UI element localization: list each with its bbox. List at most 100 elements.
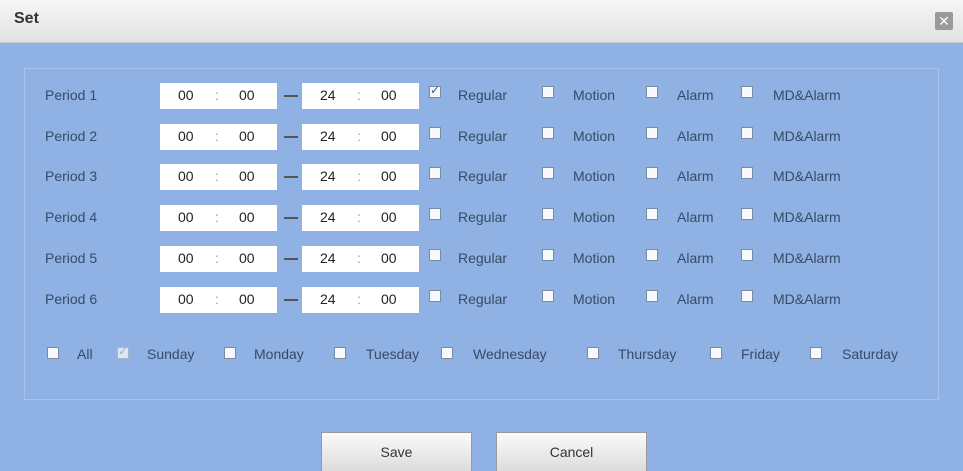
end-time-input[interactable]: 24: 00 xyxy=(302,205,419,231)
regular-label: Regular xyxy=(458,128,508,144)
alarm-label: Alarm xyxy=(677,291,714,307)
mdalarm-label: MD&Alarm xyxy=(773,291,841,307)
period-label: Period 4 xyxy=(45,209,98,225)
alarm-checkbox[interactable] xyxy=(646,127,658,139)
motion-label: Motion xyxy=(573,209,616,225)
motion-checkbox[interactable] xyxy=(542,86,554,98)
end-minute[interactable]: 00 xyxy=(381,209,397,225)
start-minute[interactable]: 00 xyxy=(239,291,255,307)
end-hour[interactable]: 24 xyxy=(320,168,336,184)
mdalarm-checkbox[interactable] xyxy=(741,167,753,179)
end-time-input[interactable]: 24: 00 xyxy=(302,246,419,272)
dialog-titlebar: Set ✕ xyxy=(0,0,963,43)
start-minute[interactable]: 00 xyxy=(239,128,255,144)
end-time-input[interactable]: 24: 00 xyxy=(302,287,419,313)
day-checkbox-monday[interactable] xyxy=(224,347,236,359)
start-time-input[interactable]: 00: 00 xyxy=(160,246,277,272)
regular-checkbox[interactable] xyxy=(429,167,441,179)
alarm-checkbox[interactable] xyxy=(646,290,658,302)
range-dash xyxy=(284,217,298,219)
end-minute[interactable]: 00 xyxy=(381,291,397,307)
motion-checkbox[interactable] xyxy=(542,167,554,179)
end-hour[interactable]: 24 xyxy=(320,209,336,225)
end-time-input[interactable]: 24: 00 xyxy=(302,164,419,190)
start-time-input[interactable]: 00: 00 xyxy=(160,83,277,109)
day-checkbox-thursday[interactable] xyxy=(587,347,599,359)
motion-checkbox[interactable] xyxy=(542,208,554,220)
day-checkbox-all[interactable] xyxy=(47,347,59,359)
motion-label: Motion xyxy=(573,291,616,307)
range-dash xyxy=(284,136,298,138)
end-time-input[interactable]: 24: 00 xyxy=(302,124,419,150)
close-icon[interactable]: ✕ xyxy=(935,12,953,30)
mdalarm-label: MD&Alarm xyxy=(773,128,841,144)
regular-checkbox[interactable] xyxy=(429,208,441,220)
start-hour[interactable]: 00 xyxy=(178,128,194,144)
day-checkbox-tuesday[interactable] xyxy=(334,347,346,359)
time-separator: : xyxy=(357,250,361,266)
regular-label: Regular xyxy=(458,168,508,184)
start-time-input[interactable]: 00: 00 xyxy=(160,287,277,313)
day-label: Sunday xyxy=(147,346,195,362)
end-hour[interactable]: 24 xyxy=(320,250,336,266)
start-minute[interactable]: 00 xyxy=(239,250,255,266)
day-label: Tuesday xyxy=(366,346,420,362)
alarm-checkbox[interactable] xyxy=(646,249,658,261)
regular-label: Regular xyxy=(458,250,508,266)
end-minute[interactable]: 00 xyxy=(381,128,397,144)
alarm-checkbox[interactable] xyxy=(646,86,658,98)
start-hour[interactable]: 00 xyxy=(178,291,194,307)
regular-label: Regular xyxy=(458,209,508,225)
day-checkbox-saturday[interactable] xyxy=(810,347,822,359)
day-checkbox-sunday[interactable] xyxy=(117,344,129,359)
end-time-input[interactable]: 24: 00 xyxy=(302,83,419,109)
start-hour[interactable]: 00 xyxy=(178,209,194,225)
regular-checkbox[interactable] xyxy=(429,83,441,98)
end-hour[interactable]: 24 xyxy=(320,87,336,103)
regular-checkbox[interactable] xyxy=(429,290,441,302)
day-checkbox-friday[interactable] xyxy=(710,347,722,359)
motion-label: Motion xyxy=(573,128,616,144)
start-minute[interactable]: 00 xyxy=(239,87,255,103)
period-label: Period 5 xyxy=(45,250,98,266)
day-label: Wednesday xyxy=(473,346,547,362)
end-hour[interactable]: 24 xyxy=(320,291,336,307)
mdalarm-checkbox[interactable] xyxy=(741,127,753,139)
mdalarm-checkbox[interactable] xyxy=(741,86,753,98)
mdalarm-label: MD&Alarm xyxy=(773,209,841,225)
alarm-checkbox[interactable] xyxy=(646,167,658,179)
end-minute[interactable]: 00 xyxy=(381,250,397,266)
cancel-button[interactable]: Cancel xyxy=(496,432,647,471)
period-label: Period 3 xyxy=(45,168,98,184)
start-time-input[interactable]: 00: 00 xyxy=(160,205,277,231)
start-time-input[interactable]: 00: 00 xyxy=(160,164,277,190)
alarm-checkbox[interactable] xyxy=(646,208,658,220)
start-hour[interactable]: 00 xyxy=(178,168,194,184)
regular-label: Regular xyxy=(458,87,508,103)
day-checkbox-wednesday[interactable] xyxy=(441,347,453,359)
start-minute[interactable]: 00 xyxy=(239,168,255,184)
period-label: Period 1 xyxy=(45,87,98,103)
time-separator: : xyxy=(215,168,219,184)
mdalarm-checkbox[interactable] xyxy=(741,208,753,220)
dialog-title: Set xyxy=(14,10,39,27)
start-minute[interactable]: 00 xyxy=(239,209,255,225)
period-label: Period 2 xyxy=(45,128,98,144)
motion-label: Motion xyxy=(573,250,616,266)
period-label: Period 6 xyxy=(45,291,98,307)
regular-checkbox[interactable] xyxy=(429,249,441,261)
regular-checkbox[interactable] xyxy=(429,127,441,139)
start-hour[interactable]: 00 xyxy=(178,87,194,103)
motion-checkbox[interactable] xyxy=(542,249,554,261)
save-button[interactable]: Save xyxy=(321,432,472,471)
motion-checkbox[interactable] xyxy=(542,290,554,302)
mdalarm-checkbox[interactable] xyxy=(741,249,753,261)
mdalarm-checkbox[interactable] xyxy=(741,290,753,302)
start-time-input[interactable]: 00: 00 xyxy=(160,124,277,150)
end-minute[interactable]: 00 xyxy=(381,168,397,184)
start-hour[interactable]: 00 xyxy=(178,250,194,266)
alarm-label: Alarm xyxy=(677,209,714,225)
motion-checkbox[interactable] xyxy=(542,127,554,139)
end-minute[interactable]: 00 xyxy=(381,87,397,103)
end-hour[interactable]: 24 xyxy=(320,128,336,144)
